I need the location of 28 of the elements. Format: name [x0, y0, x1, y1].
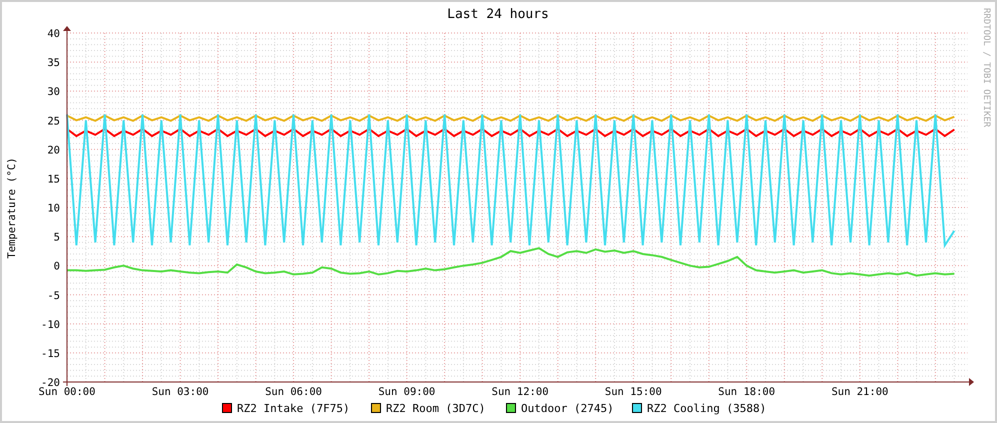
legend-label: RZ2 Room (3D7C)	[386, 402, 486, 415]
axis-tick-label: -10	[41, 318, 60, 331]
axis-tick-label: -5	[47, 290, 60, 302]
legend-label: RZ2 Intake (7F75)	[237, 402, 350, 415]
watermark-text: RRDTOOL / TOBI OETIKER	[981, 8, 991, 128]
axis-tick-label: 25	[47, 115, 60, 128]
legend-label: Outdoor (2745)	[521, 402, 614, 415]
axis-tick-label: Sun 18:00	[718, 386, 776, 398]
axis-tick-label: Sun 09:00	[378, 386, 436, 398]
axis-tick-label: Sun 21:00	[831, 386, 888, 398]
axis-tick-label: 30	[47, 86, 60, 98]
axis-tick-label: 40	[47, 28, 60, 40]
axis-tick-label: 35	[47, 57, 60, 70]
axis-tick-label: Sun 00:00	[38, 386, 96, 398]
axis-tick-label: Sun 06:00	[265, 386, 322, 398]
axis-tick-label: 10	[47, 202, 60, 214]
axis-tick-label: -20	[41, 377, 60, 389]
axis-tick-label: 0	[54, 260, 60, 273]
axis-tick-label: Sun 03:00	[152, 386, 209, 398]
y-axis-label: Temperature (°C)	[6, 157, 18, 259]
axis-tick-label: 15	[47, 173, 60, 186]
axis-tick-label: Sun 12:00	[492, 386, 549, 398]
axis-tick-label: Sun 15:00	[604, 386, 662, 398]
axis-tick-label: -15	[41, 348, 60, 360]
chart-title: Last 24 hours	[447, 7, 549, 22]
axis-tick-label: 5	[54, 232, 60, 244]
legend-label: RZ2 Cooling (3588)	[647, 402, 766, 415]
axis-tick-label: 20	[47, 144, 60, 156]
